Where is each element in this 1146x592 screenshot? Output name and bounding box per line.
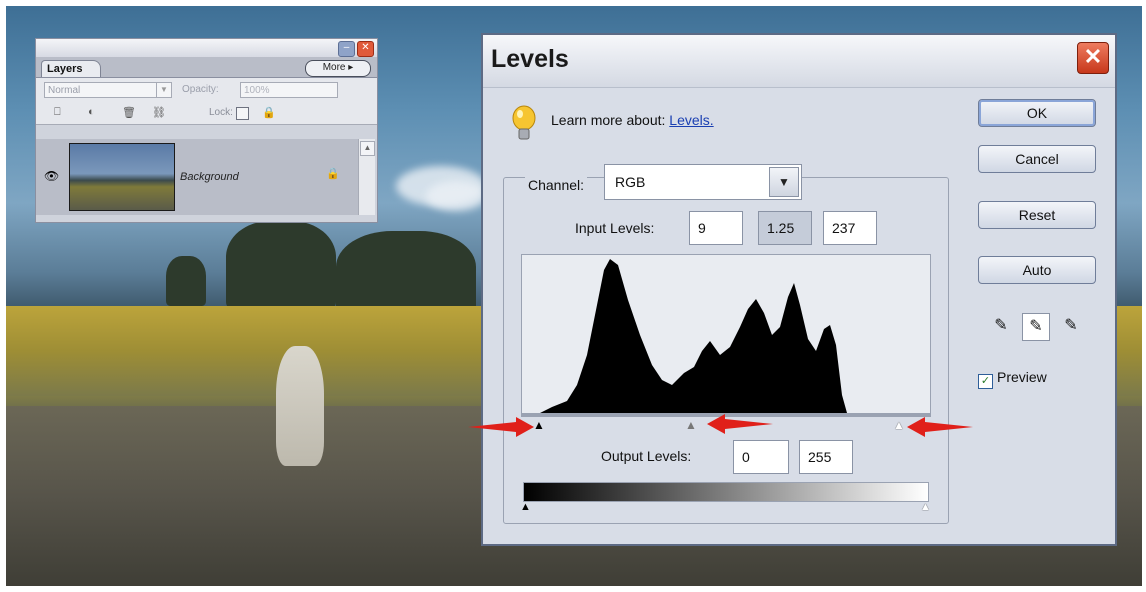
chevron-down-icon: ▼ [156,83,171,97]
ok-button[interactable]: OK [978,99,1096,127]
channel-value: RGB [615,174,646,190]
learn-more-label: Learn more about: [551,112,666,128]
layer-row[interactable]: 👁 Background 🔒 [36,139,358,215]
preview-checkbox[interactable]: ✓ Preview [978,369,1047,389]
input-levels-label: Input Levels: [575,220,655,236]
layer-lock-icon: 🔒 [326,168,340,180]
output-gradient [523,482,929,502]
chevron-down-icon[interactable]: ▼ [769,167,799,197]
lock-icon[interactable]: 🔒 [262,106,276,119]
white-point-slider[interactable]: ▲ [893,419,905,431]
gray-eyedropper-icon[interactable]: ✎ [1022,313,1050,341]
output-black-field[interactable]: 0 [733,440,789,474]
layers-palette: – ✕ Layers More ▸ Normal ▼ Opacity: 100%… [35,38,378,223]
output-levels-label: Output Levels: [601,448,692,464]
blend-mode-value: Normal [48,85,81,96]
arrow-gamma-icon [707,414,773,434]
arrow-black-point-icon [468,417,534,437]
close-button[interactable]: ✕ [1077,42,1109,74]
preview-label: Preview [997,369,1047,385]
input-black-field[interactable]: 9 [689,211,743,245]
histogram-graph [540,259,847,413]
checkbox-icon[interactable]: ✓ [978,374,993,389]
layer-name: Background [180,171,239,183]
eyedroppers: ✎ ✎ ✎ [988,311,1098,343]
link-icon[interactable]: ⛓ [152,106,166,119]
minimize-button[interactable]: – [338,41,355,57]
channel-label: Channel: [525,177,588,193]
output-black-slider[interactable]: ▲ [520,501,531,513]
learn-more: Learn more about: Levels. [551,112,714,128]
scrollbar[interactable]: ▲ [358,139,375,215]
tab-layers[interactable]: Layers [41,60,101,77]
white-eyedropper-icon[interactable]: ✎ [1058,313,1084,339]
lightbulb-icon [512,105,536,140]
adjustment-layer-icon[interactable]: ◐ [88,106,95,118]
lock-label: Lock: [209,107,233,118]
layer-thumbnail [69,143,175,211]
cancel-button[interactable]: Cancel [978,145,1096,173]
dialog-titlebar[interactable]: Levels ✕ [483,35,1115,88]
levels-help-link[interactable]: Levels. [669,112,713,128]
dialog-title: Levels [491,45,569,73]
lock-transparency-checkbox[interactable] [236,107,249,120]
scroll-up-icon[interactable]: ▲ [360,141,375,156]
opacity-label: Opacity: [182,84,219,95]
layers-titlebar[interactable]: – ✕ [36,39,377,57]
channel-select[interactable]: RGB ▼ [604,164,802,200]
eye-icon[interactable]: 👁 [44,169,59,183]
opacity-field[interactable]: 100% [240,82,338,98]
more-label: More [322,62,346,73]
trash-icon[interactable]: 🗑 [122,106,136,119]
histogram [521,254,931,414]
reset-button[interactable]: Reset [978,201,1096,229]
input-gamma-field[interactable]: 1.25 [758,211,812,245]
output-white-slider[interactable]: ▲ [920,501,931,513]
more-button[interactable]: More ▸ [305,60,371,77]
black-eyedropper-icon[interactable]: ✎ [988,313,1014,339]
close-button[interactable]: ✕ [357,41,374,57]
output-white-field[interactable]: 255 [799,440,853,474]
arrow-white-point-icon [907,417,973,437]
auto-button[interactable]: Auto [978,256,1096,284]
gamma-slider[interactable]: ▲ [685,419,697,431]
levels-dialog: Levels ✕ Learn more about: Levels. Chann… [481,33,1117,546]
input-white-field[interactable]: 237 [823,211,877,245]
new-layer-icon[interactable]: ⎕ [54,106,61,119]
blend-mode-select[interactable]: Normal ▼ [44,82,172,98]
